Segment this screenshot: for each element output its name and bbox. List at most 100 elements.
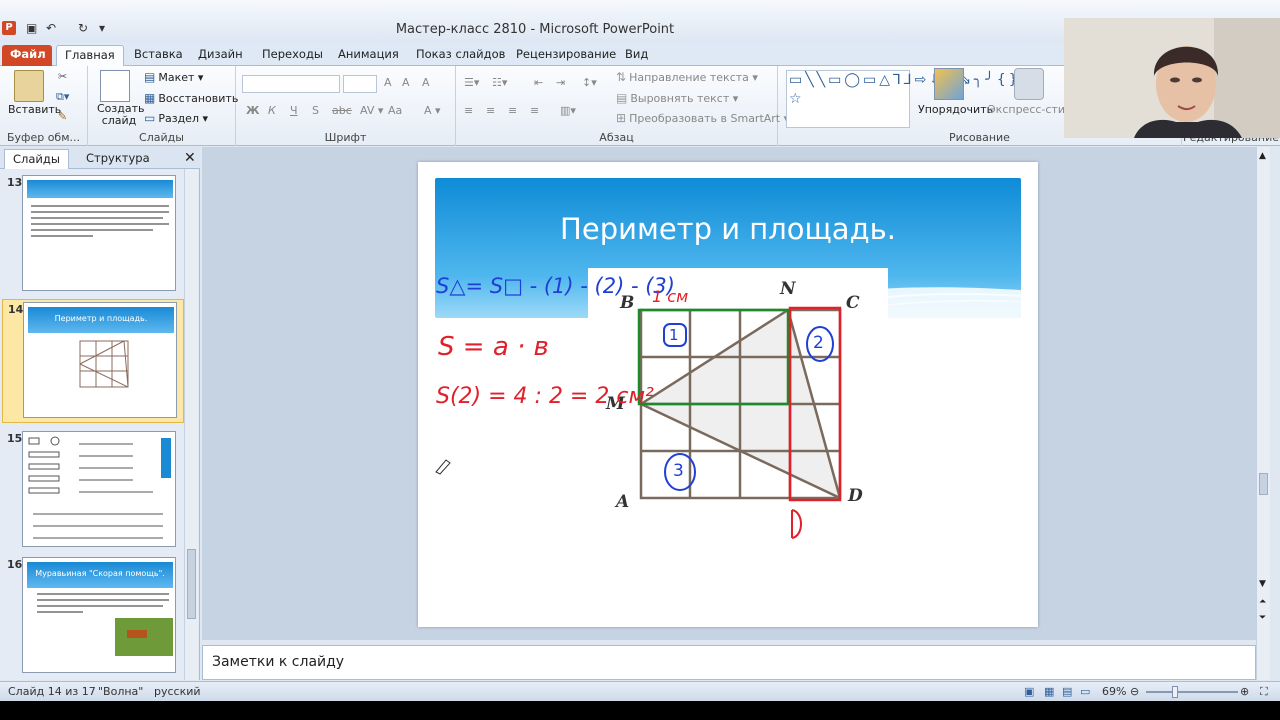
strikethrough-button[interactable]: abc <box>332 104 352 117</box>
spacing-button[interactable]: AV ▾ <box>360 104 383 117</box>
smartart-icon: ⊞ <box>616 111 627 125</box>
justify-icon[interactable]: ≡ <box>530 104 539 117</box>
bold-button[interactable]: Ж <box>246 104 259 117</box>
scroll-up-icon[interactable]: ▲ <box>1259 151 1266 161</box>
align-text-label: Выровнять текст <box>630 92 730 105</box>
tab-view[interactable]: Вид <box>617 45 656 66</box>
copy-icon[interactable]: ⧉▾ <box>56 90 69 104</box>
tab-slides[interactable]: Слайды <box>4 149 69 169</box>
clipboard-group: Вставить ✂ ⧉▾ ✎ Буфер обм... <box>0 66 88 146</box>
theme-name[interactable]: "Волна" <box>98 685 143 698</box>
columns-icon[interactable]: ▥▾ <box>560 104 576 117</box>
font-size-input[interactable] <box>343 75 377 93</box>
ink-label-1: 1 <box>669 326 679 344</box>
shrink-font-button[interactable]: A <box>402 76 410 89</box>
normal-view-icon[interactable]: ▣ <box>1024 685 1034 698</box>
reset-button[interactable]: ▦ Восстановить <box>144 91 238 105</box>
new-slide-button[interactable]: Создать слайд <box>97 103 145 127</box>
tab-home[interactable]: Главная <box>56 45 124 66</box>
thumbnails-scrollbar[interactable] <box>184 169 198 680</box>
line-spacing-icon[interactable]: ↕▾ <box>582 76 597 89</box>
quick-styles-icon[interactable] <box>1014 68 1044 100</box>
slide-canvas[interactable]: Периметр и площадь. B N C M A D S△= S□ -… <box>418 162 1038 627</box>
change-case-button[interactable]: Aa <box>388 104 402 117</box>
arrange-icon[interactable] <box>934 68 964 100</box>
vertex-n: N <box>780 279 796 299</box>
thumbnail-slide-13[interactable]: 13 <box>2 173 184 297</box>
slideshow-view-icon[interactable]: ▭ <box>1080 685 1090 698</box>
arrange-button[interactable]: Упорядочить <box>918 103 993 116</box>
new-slide-icon[interactable] <box>100 70 130 102</box>
language-indicator[interactable]: русский <box>154 685 201 698</box>
decrease-indent-icon[interactable]: ⇤ <box>534 76 543 89</box>
scroll-down-icon[interactable]: ▼ <box>1259 579 1266 589</box>
clear-format-button[interactable]: A <box>422 76 430 89</box>
vertex-d: D <box>848 486 863 506</box>
slide-scrollbar[interactable]: ▲ ▼ ⏶ ⏷ <box>1256 147 1270 680</box>
status-bar: Слайд 14 из 17 "Волна" русский ▣ ▦ ▤ ▭ 6… <box>0 681 1280 701</box>
section-button[interactable]: ▭ Раздел ▾ <box>144 111 208 125</box>
bullets-icon[interactable]: ☰▾ <box>464 76 479 89</box>
scroll-thumb[interactable] <box>1259 473 1268 495</box>
reading-view-icon[interactable]: ▤ <box>1062 685 1072 698</box>
pen-cursor-icon <box>435 459 451 475</box>
fit-slide-icon[interactable]: ⛶ <box>1260 685 1268 699</box>
scroll-thumb[interactable] <box>187 549 196 619</box>
sorter-view-icon[interactable]: ▦ <box>1044 685 1054 698</box>
align-text-icon: ▤ <box>616 91 628 105</box>
ink-formula-rect: S = a · в <box>438 332 549 362</box>
shadow-button[interactable]: S <box>312 104 319 117</box>
tab-review[interactable]: Рецензирование <box>508 45 624 66</box>
align-left-icon[interactable]: ≡ <box>464 104 473 117</box>
smartart-label: Преобразовать в SmartArt <box>629 112 781 125</box>
tab-slideshow[interactable]: Показ слайдов <box>408 45 513 66</box>
zoom-level[interactable]: 69% <box>1102 685 1126 698</box>
thumbnail-slide-15[interactable]: 15 <box>2 429 184 553</box>
text-direction-button[interactable]: ⇅ Направление текста ▾ <box>616 70 758 84</box>
paste-button[interactable]: Вставить <box>8 103 61 116</box>
zoom-slider[interactable] <box>1146 691 1238 693</box>
tab-animations[interactable]: Анимация <box>330 45 407 66</box>
close-panel-icon[interactable]: ✕ <box>176 149 204 169</box>
notes-placeholder[interactable]: Заметки к слайду <box>212 654 344 670</box>
grow-font-button[interactable]: A <box>384 76 392 89</box>
prev-slide-icon[interactable]: ⏶ <box>1259 597 1266 607</box>
paste-icon[interactable] <box>14 70 44 102</box>
layout-button[interactable]: ▤ Макет ▾ <box>144 70 203 84</box>
slides-group: Создать слайд ▤ Макет ▾ ▦ Восстановить ▭ Ра… <box>88 66 238 146</box>
tab-insert[interactable]: Вставка <box>126 45 191 66</box>
ink-formula-area: S△= S□ - (1) - (2) - (3) <box>436 274 675 298</box>
tab-outline[interactable]: Структура <box>78 149 158 169</box>
tab-design[interactable]: Дизайн <box>190 45 251 66</box>
next-slide-icon[interactable]: ⏷ <box>1259 613 1266 623</box>
zoom-out-icon[interactable]: ⊖ <box>1130 685 1139 698</box>
shapes-gallery[interactable]: ▭╲╲▭◯▭△⅂⅃⇨⇩◔⇘╮╯{}☆ <box>786 70 1018 128</box>
slides-panel: Слайды Структура ✕ 13 14 Периметр и площ… <box>0 147 200 680</box>
vertex-a: A <box>616 492 630 512</box>
smartart-button[interactable]: ⊞ Преобразовать в SmartArt ▾ <box>616 111 789 125</box>
section-icon: ▭ <box>144 111 156 125</box>
window-title: Мастер-класс 2810 - Microsoft PowerPoint <box>395 22 675 37</box>
screen-bottom-edge <box>0 701 1280 720</box>
thumbnail-slide-16[interactable]: 16 Муравьиная "Скорая помощь". <box>2 555 184 679</box>
thumbnail-slide-14[interactable]: 14 Периметр и площадь. <box>2 299 184 423</box>
font-name-input[interactable] <box>242 75 340 93</box>
tab-file[interactable]: Файл <box>2 45 52 66</box>
font-color-button[interactable]: A ▾ <box>424 104 441 117</box>
align-text-button[interactable]: ▤ Выровнять текст ▾ <box>616 91 738 105</box>
underline-button[interactable]: Ч <box>290 104 298 117</box>
cut-icon[interactable]: ✂ <box>58 70 67 83</box>
thumbnail-grid <box>79 340 129 388</box>
vertex-c: C <box>846 293 860 313</box>
zoom-in-icon[interactable]: ⊕ <box>1240 685 1249 698</box>
format-painter-icon[interactable]: ✎ <box>58 110 67 123</box>
slide-editor: Периметр и площадь. B N C M A D S△= S□ -… <box>202 147 1256 640</box>
numbering-icon[interactable]: ☷▾ <box>492 76 507 89</box>
align-center-icon[interactable]: ≡ <box>486 104 495 117</box>
tab-transitions[interactable]: Переходы <box>254 45 331 66</box>
italic-button[interactable]: К <box>268 104 276 117</box>
notes-pane[interactable]: Заметки к слайду <box>202 645 1256 680</box>
increase-indent-icon[interactable]: ⇥ <box>556 76 565 89</box>
align-right-icon[interactable]: ≡ <box>508 104 517 117</box>
zoom-slider-thumb[interactable] <box>1172 686 1178 698</box>
